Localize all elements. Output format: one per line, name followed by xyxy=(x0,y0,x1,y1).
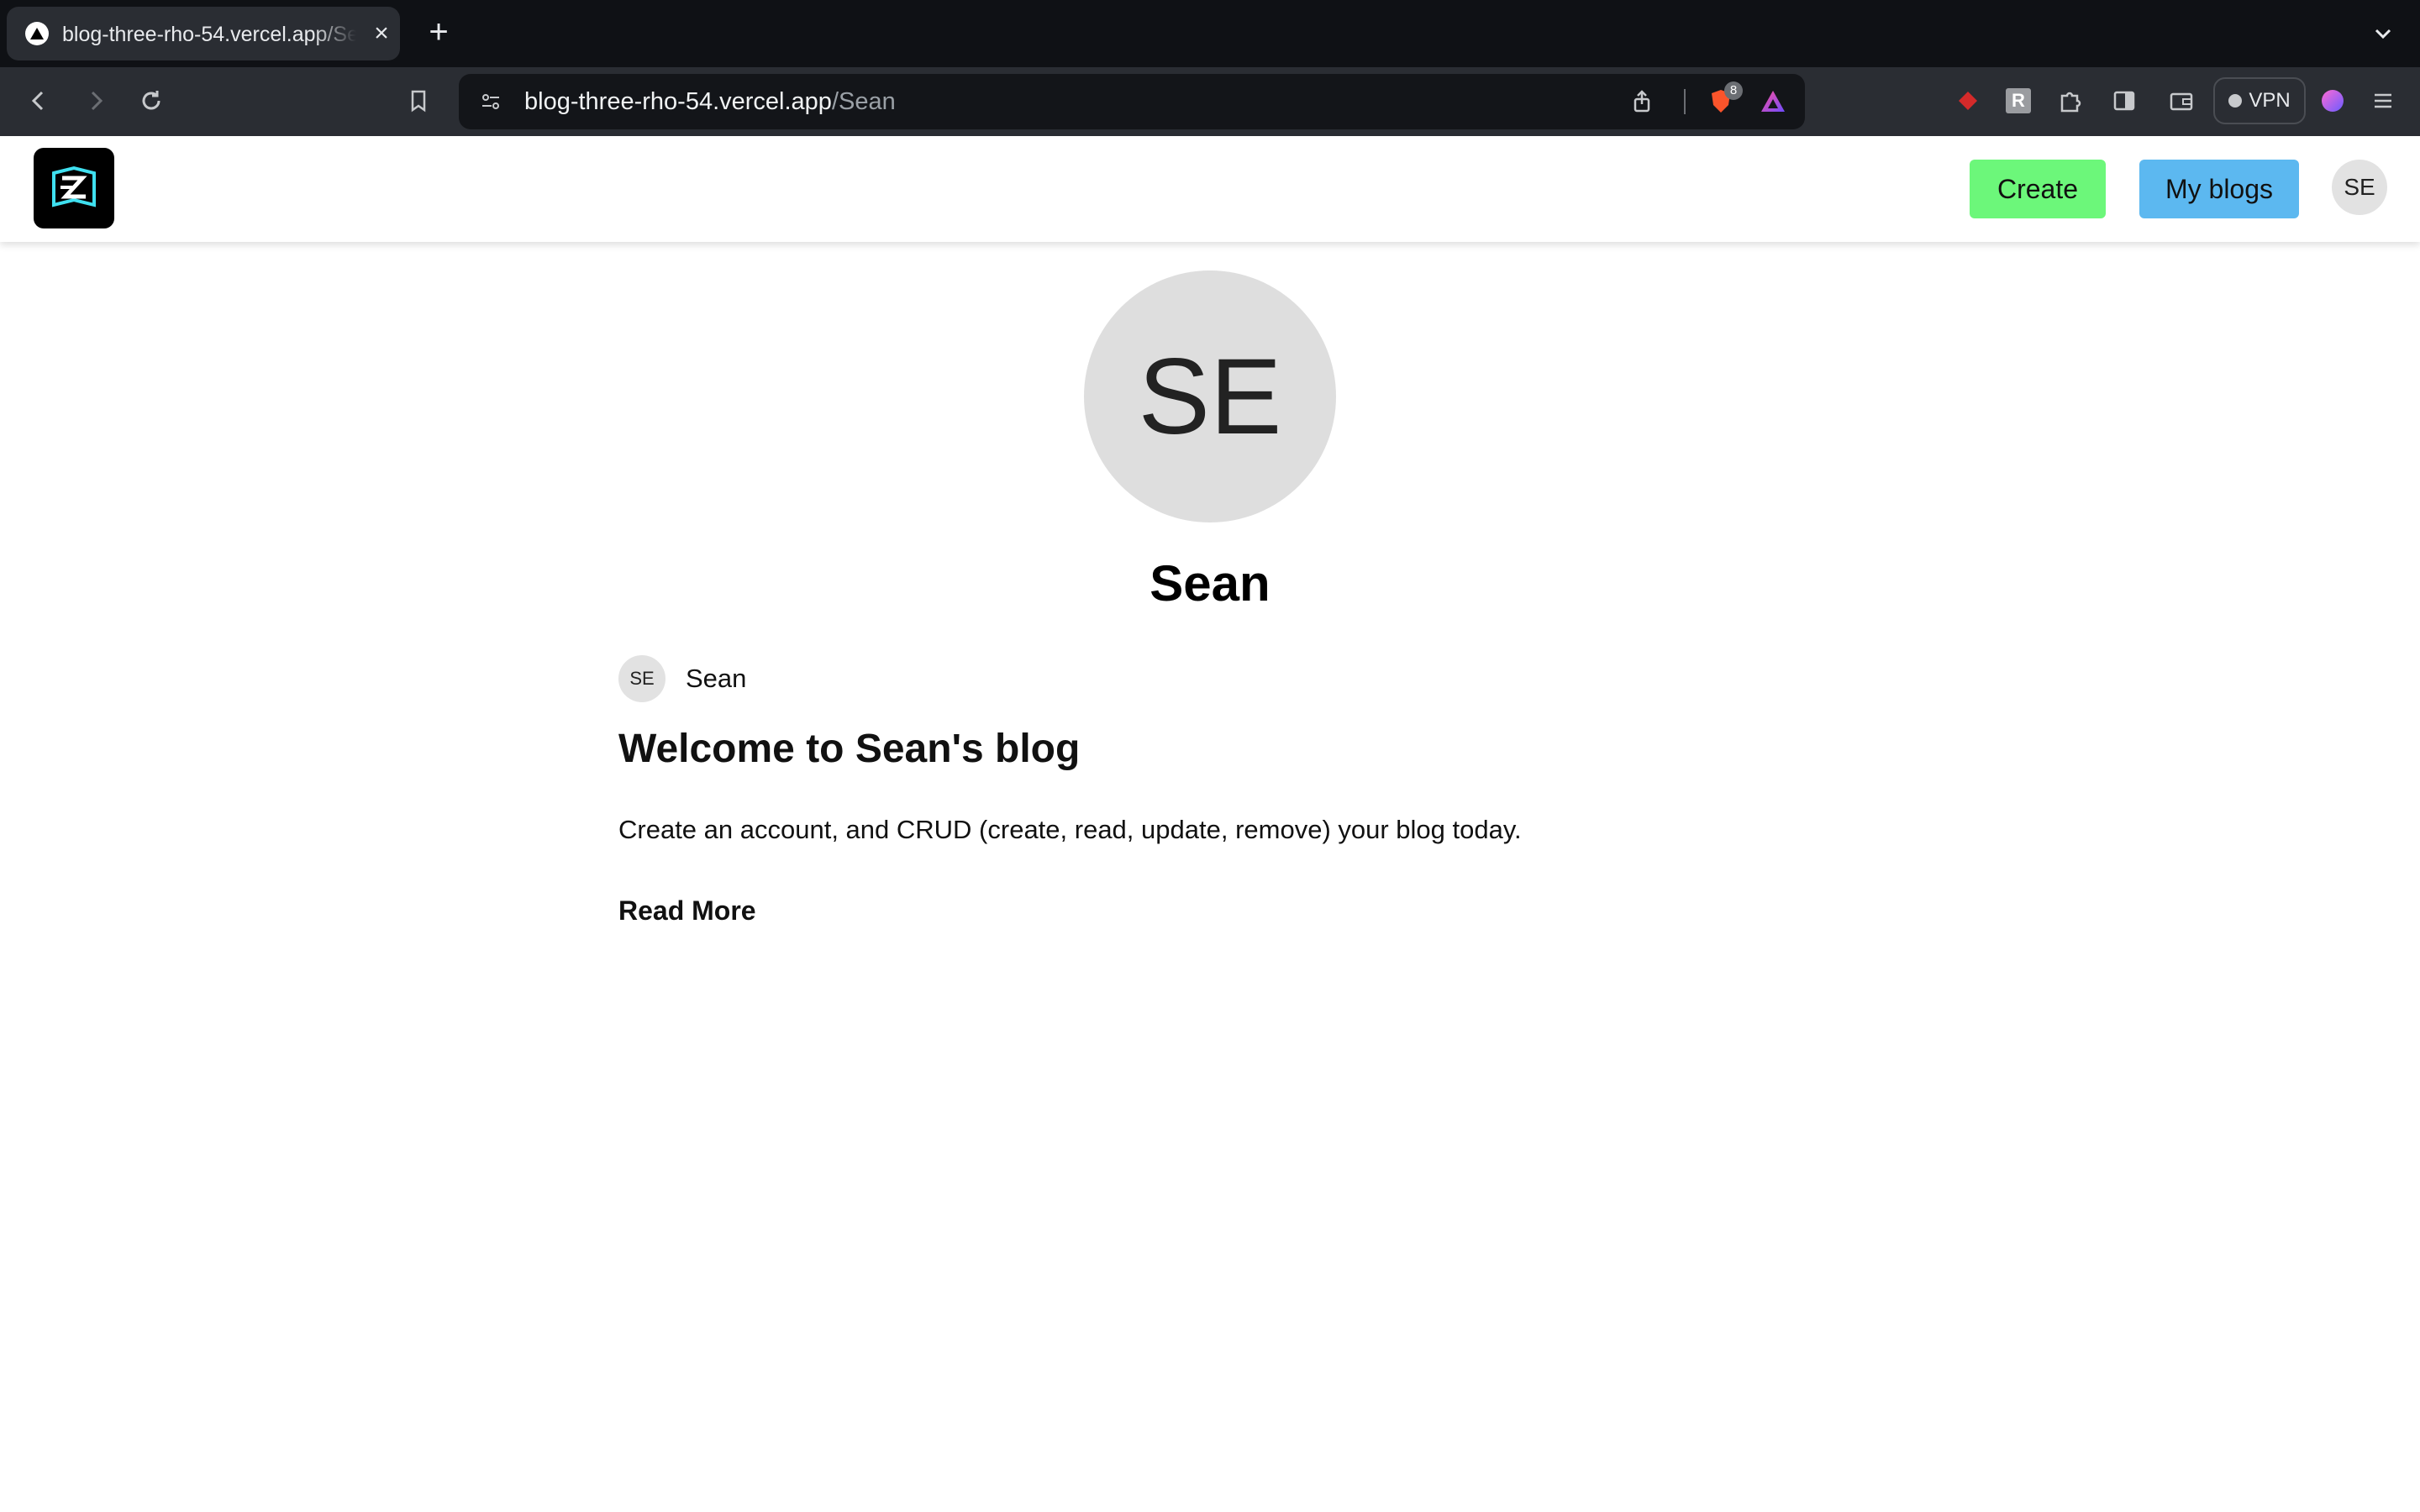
new-tab-icon[interactable]: + xyxy=(422,15,455,49)
read-more-link[interactable]: Read More xyxy=(618,895,756,927)
leo-ai-icon[interactable] xyxy=(2316,84,2349,118)
post-title: Welcome to Sean's blog xyxy=(618,727,1081,771)
create-button[interactable]: Create xyxy=(1970,160,2106,218)
url-divider xyxy=(1684,89,1686,114)
rewards-triangle-icon[interactable] xyxy=(1756,85,1790,118)
extensions-puzzle-icon[interactable] xyxy=(2054,84,2087,118)
post-author-name: Sean xyxy=(686,664,747,693)
url-text: blog-three-rho-54.vercel.app/Sean xyxy=(524,87,896,116)
brave-shields-icon[interactable]: 8 xyxy=(1704,81,1743,118)
vpn-button[interactable]: VPN xyxy=(2213,77,2306,124)
ez-book-logo-icon[interactable] xyxy=(34,148,114,228)
vercel-triangle-icon xyxy=(25,22,49,45)
profile-name: Sean xyxy=(1150,555,1270,612)
wallet-icon[interactable] xyxy=(2165,84,2198,118)
profile-avatar: SE xyxy=(1084,270,1336,522)
close-tab-icon[interactable]: × xyxy=(368,20,395,47)
user-avatar[interactable]: SE xyxy=(2332,160,2387,215)
post-author-avatar: SE xyxy=(618,655,666,702)
browser-tab-bar: blog-three-rho-54.vercel.app/Sean × + xyxy=(0,0,2420,67)
r-extension-icon[interactable]: R xyxy=(2002,84,2035,118)
bookmark-icon[interactable] xyxy=(402,84,435,118)
share-icon[interactable] xyxy=(1625,85,1659,118)
browser-toolbar: blog-three-rho-54.vercel.app/Sean 8 R VP… xyxy=(0,67,2420,136)
my-blogs-button[interactable]: My blogs xyxy=(2139,160,2299,218)
address-bar[interactable]: blog-three-rho-54.vercel.app/Sean 8 xyxy=(459,74,1805,129)
url-domain: blog-three-rho-54.vercel.app xyxy=(524,88,832,115)
vpn-label: VPN xyxy=(2249,89,2291,112)
browser-tab[interactable]: blog-three-rho-54.vercel.app/Sean × xyxy=(7,7,400,60)
post-excerpt: Create an account, and CRUD (create, rea… xyxy=(618,815,1522,844)
tab-title: blog-three-rho-54.vercel.app/Sean xyxy=(62,23,356,46)
site-header: Create My blogs SE xyxy=(0,136,2420,242)
back-icon[interactable] xyxy=(22,84,55,118)
red-extension-icon[interactable] xyxy=(1951,84,1985,118)
shields-count-badge: 8 xyxy=(1724,81,1743,100)
forward-icon[interactable] xyxy=(79,84,113,118)
chevron-down-icon[interactable] xyxy=(2366,17,2400,50)
reload-icon[interactable] xyxy=(134,84,168,118)
url-path: /Sean xyxy=(831,88,896,115)
site-settings-icon[interactable] xyxy=(474,85,508,118)
menu-icon[interactable] xyxy=(2366,84,2400,118)
extension-letter: R xyxy=(2006,88,2031,113)
vpn-status-icon xyxy=(2228,94,2243,108)
sidebar-icon[interactable] xyxy=(2107,84,2141,118)
